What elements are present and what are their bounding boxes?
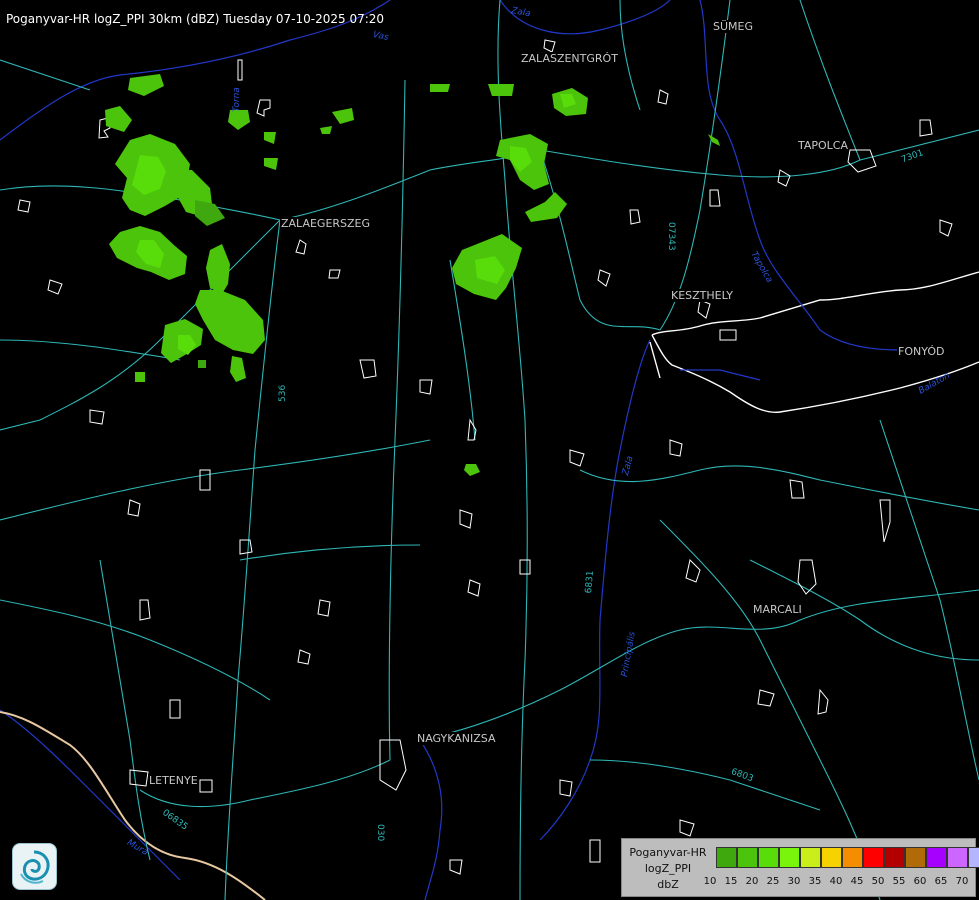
legend-tick-label: 70	[955, 876, 969, 887]
road-label: 536	[278, 384, 288, 402]
legend-swatch	[926, 847, 947, 868]
road-label: 6831	[584, 570, 596, 594]
legend-swatch	[905, 847, 926, 868]
city-label-tapolca: TAPOLCA	[797, 139, 850, 152]
radar-map	[0, 0, 979, 900]
legend-product-name: logZ_PPI	[644, 862, 692, 875]
legend-swatch	[779, 847, 800, 868]
legend-swatch	[716, 847, 737, 868]
legend-swatch	[947, 847, 968, 868]
city-label-marcali: MARCALI	[752, 603, 803, 616]
road-label: 030	[375, 824, 385, 842]
legend-swatch	[968, 847, 979, 868]
legend-swatch	[884, 847, 905, 868]
city-label-zalaegerszeg: ZALAEGERSZEG	[280, 217, 372, 230]
legend-swatch	[863, 847, 884, 868]
legend-swatch	[737, 847, 758, 868]
color-legend: Poganyvar-HR logZ_PPI dbZ 10 15 20 25 30 35 40…	[621, 838, 979, 897]
legend-swatch	[800, 847, 821, 868]
legend-swatches	[716, 847, 979, 868]
city-label-keszthely: KESZTHELY	[670, 289, 735, 302]
river-label: Torna	[232, 87, 242, 112]
city-label-zalaszentgrot: ZALASZENTGRÓT	[520, 52, 619, 65]
city-label-fonyod: FONYÓD	[897, 345, 946, 358]
legend-swatch	[758, 847, 779, 868]
page-title: Poganyvar-HR logZ_PPI 30km (dBZ) Tuesday…	[6, 12, 385, 26]
legend-radar-name: Poganyvar-HR	[629, 846, 707, 859]
city-label-sumeg: SÜMEG	[712, 20, 754, 33]
city-label-nagykanizsa: NAGYKANIZSA	[416, 732, 497, 745]
legend-ticks: 10 15 20 25 30 35 40 45 50 55 60 65 70	[704, 876, 975, 890]
legend-swatch	[821, 847, 842, 868]
legend-swatch	[842, 847, 863, 868]
road-label: 07343	[666, 222, 676, 251]
omsz-swirl-logo-icon	[12, 843, 57, 890]
city-label-letenye: LETENYE	[148, 774, 199, 787]
